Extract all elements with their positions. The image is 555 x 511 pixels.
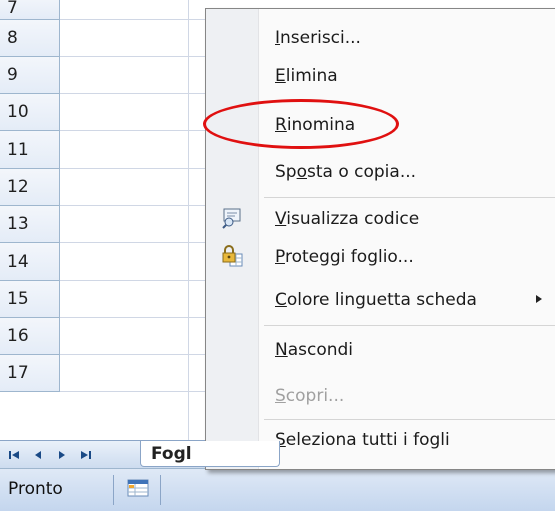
menu-separator — [264, 197, 555, 198]
menu-item-sposta-o-copia[interactable]: Sposta o copia... — [259, 153, 555, 191]
menu-item-label: Scopri... — [275, 386, 345, 406]
menu-item-rinomina[interactable]: Rinomina — [259, 106, 555, 144]
menu-item-scopri: Scopri... — [259, 377, 555, 415]
view-code-icon — [221, 207, 243, 229]
menu-item-label: Colore linguetta scheda — [275, 290, 477, 310]
row-header-12[interactable]: 12 — [0, 169, 60, 206]
record-macro-icon[interactable] — [127, 478, 149, 498]
status-bar: Pronto — [0, 468, 555, 511]
menu-item-label: Elimina — [275, 66, 338, 86]
menu-item-seleziona-tutti-i-fogli[interactable]: Seleziona tutti i fogli — [259, 421, 555, 459]
row-header-17[interactable]: 17 — [0, 355, 60, 392]
row-header-8[interactable]: 8 — [0, 20, 60, 57]
menu-item-label: Sposta o copia... — [275, 162, 417, 182]
column-divider — [188, 0, 189, 440]
row-header-10[interactable]: 10 — [0, 94, 60, 131]
status-divider — [160, 475, 161, 505]
menu-item-label: Nascondi — [275, 340, 354, 360]
menu-separator — [264, 419, 555, 420]
protect-sheet-icon — [221, 245, 243, 267]
menu-item-label: Inserisci... — [275, 28, 361, 48]
last-sheet-icon[interactable] — [78, 447, 94, 463]
menu-item-label: Rinomina — [275, 115, 356, 135]
sheet-tab-active[interactable]: Fogl — [140, 441, 280, 467]
menu-item-proteggi-foglio[interactable]: Proteggi foglio... — [222, 238, 555, 276]
row-header-16[interactable]: 16 — [0, 318, 60, 355]
status-divider — [113, 475, 114, 505]
menu-item-inserisci[interactable]: Inserisci... — [259, 19, 555, 57]
row-header-15[interactable]: 15 — [0, 281, 60, 318]
menu-item-label: Visualizza codice — [275, 209, 420, 229]
menu-item-nascondi[interactable]: Nascondi — [259, 331, 555, 369]
row-header-11[interactable]: 11 — [0, 131, 60, 169]
row-header-14[interactable]: 14 — [0, 243, 60, 281]
menu-item-label: Proteggi foglio... — [275, 247, 414, 267]
prev-sheet-icon[interactable] — [30, 447, 46, 463]
menu-item-label: Seleziona tutti i fogli — [275, 430, 450, 450]
next-sheet-icon[interactable] — [54, 447, 70, 463]
first-sheet-icon[interactable] — [6, 447, 22, 463]
menu-separator — [264, 325, 555, 326]
menu-item-elimina[interactable]: Elimina — [259, 57, 555, 95]
row-header-13[interactable]: 13 — [0, 206, 60, 243]
sheet-context-menu: Inserisci... Elimina Rinomina Sposta o c… — [205, 8, 555, 470]
status-text: Pronto — [8, 479, 63, 499]
menu-item-visualizza-codice[interactable]: Visualizza codice — [222, 200, 555, 238]
menu-item-colore-linguetta-scheda[interactable]: Colore linguetta scheda — [259, 281, 555, 319]
row-header-9[interactable]: 9 — [0, 57, 60, 94]
submenu-arrow-icon — [535, 294, 543, 307]
menu-icon-gutter — [206, 9, 259, 469]
row-header-7[interactable]: 7 — [0, 0, 60, 20]
